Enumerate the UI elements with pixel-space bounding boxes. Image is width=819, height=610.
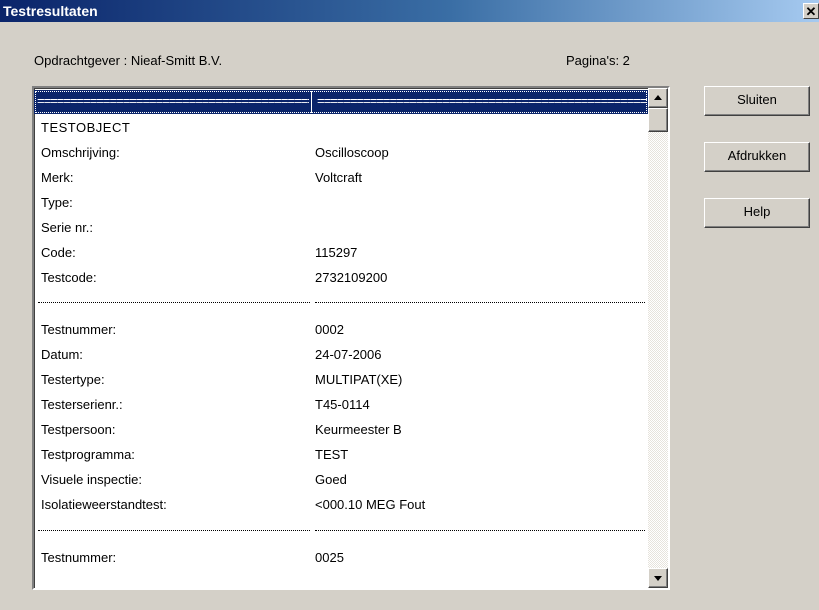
list-item[interactable]: Testcode: 2732109200 bbox=[34, 266, 648, 290]
row-label: Datum: bbox=[41, 347, 83, 362]
scroll-thumb[interactable] bbox=[648, 108, 668, 132]
row-label: Testprogramma: bbox=[41, 447, 135, 462]
list-item[interactable]: Type: bbox=[34, 191, 648, 215]
row-label: Testpersoon: bbox=[41, 422, 116, 437]
print-button[interactable]: Afdrukken bbox=[704, 142, 810, 172]
scroll-up-button[interactable] bbox=[648, 88, 668, 108]
row-label: Code: bbox=[41, 245, 76, 260]
row-label: Merk: bbox=[41, 170, 74, 185]
row-label: Testerserienr.: bbox=[41, 397, 123, 412]
list-item[interactable]: Datum: 24-07-2006 bbox=[34, 343, 648, 367]
row-label: Serie nr.: bbox=[41, 220, 94, 235]
row-value: 0002 bbox=[315, 322, 344, 337]
client-label: Opdrachtgever : Nieaf-Smitt B.V. bbox=[34, 53, 223, 68]
list-item[interactable]: Visuele inspectie: Goed bbox=[34, 468, 648, 492]
row-label: Omschrijving: bbox=[41, 145, 120, 160]
list-item[interactable]: Testpersoon: Keurmeester B bbox=[34, 418, 648, 442]
row-label: Testnummer: bbox=[41, 322, 117, 337]
row-label: Type: bbox=[41, 195, 73, 210]
list-item[interactable]: Testnummer: 0002 bbox=[34, 318, 648, 342]
list-item[interactable]: Omschrijving: Oscilloscoop bbox=[34, 141, 648, 165]
close-icon: ✕ bbox=[805, 4, 817, 19]
row-value: 2732109200 bbox=[315, 270, 388, 285]
results-list: ========================================… bbox=[34, 88, 648, 588]
row-value: MULTIPAT(XE) bbox=[315, 372, 403, 387]
list-item[interactable]: Testerserienr.: T45-0114 bbox=[34, 393, 648, 417]
scroll-down-button[interactable] bbox=[648, 568, 668, 588]
title-bar: Testresultaten ✕ bbox=[0, 0, 819, 22]
list-item[interactable]: Serie nr.: bbox=[34, 216, 648, 240]
results-listbox[interactable]: ========================================… bbox=[32, 86, 670, 590]
page-count-label: Pagina's: 2 bbox=[566, 53, 630, 68]
row-label: TESTOBJECT bbox=[41, 120, 131, 135]
row-value: 24-07-2006 bbox=[315, 347, 382, 362]
row-label: Visuele inspectie: bbox=[41, 472, 142, 487]
list-item[interactable]: Code: 115297 bbox=[34, 241, 648, 265]
help-button[interactable]: Help bbox=[704, 198, 810, 228]
vertical-scrollbar[interactable] bbox=[648, 88, 668, 588]
window-title: Testresultaten bbox=[3, 3, 98, 19]
row-value: TEST bbox=[315, 447, 349, 462]
row-value: Voltcraft bbox=[315, 170, 362, 185]
list-item-selected[interactable]: ========================================… bbox=[34, 90, 648, 114]
list-item[interactable]: TESTOBJECT bbox=[34, 116, 648, 140]
row-value: <000.10 MEG Fout bbox=[315, 497, 426, 512]
row-value: 115297 bbox=[315, 245, 358, 260]
list-item[interactable]: Testnummer: 0025 bbox=[34, 546, 648, 570]
list-item[interactable]: Testertype: MULTIPAT(XE) bbox=[34, 368, 648, 392]
list-item[interactable]: Isolatieweerstandtest: <000.10 MEG Fout bbox=[34, 493, 648, 517]
row-label: Isolatieweerstandtest: bbox=[41, 497, 167, 512]
row-label: Testertype: bbox=[41, 372, 105, 387]
row-value: 0025 bbox=[315, 550, 344, 565]
row-value: T45-0114 bbox=[315, 397, 370, 412]
row-value: Oscilloscoop bbox=[315, 145, 389, 160]
list-item[interactable]: Merk: Voltcraft bbox=[34, 166, 648, 190]
close-window-button[interactable]: ✕ bbox=[803, 3, 819, 19]
row-label: Testcode: bbox=[41, 270, 97, 285]
row-value: Keurmeester B bbox=[315, 422, 402, 437]
row-label: Testnummer: bbox=[41, 550, 117, 565]
focus-rectangle bbox=[35, 91, 647, 113]
arrow-up-icon bbox=[654, 95, 662, 100]
arrow-down-icon bbox=[654, 576, 662, 581]
close-button[interactable]: Sluiten bbox=[704, 86, 810, 116]
list-item[interactable]: Testprogramma: TEST bbox=[34, 443, 648, 467]
row-value: Goed bbox=[315, 472, 347, 487]
